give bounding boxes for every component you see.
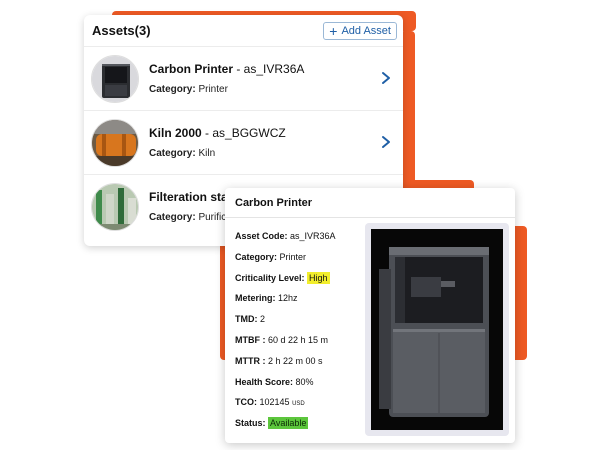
- asset-name: Carbon Printer - as_IVR36A: [149, 62, 304, 76]
- field-health-score: Health Score: 80%: [235, 376, 365, 397]
- asset-name: Filteration sta: [149, 190, 228, 204]
- field-mttr: MTTR : 2 h 22 m 00 s: [235, 355, 365, 376]
- asset-category-label: Category:: [149, 212, 199, 223]
- field-unit: USD: [292, 401, 305, 408]
- asset-thumbnail: [91, 118, 139, 167]
- add-asset-label: Add Asset: [341, 24, 391, 37]
- asset-name-text: Carbon Printer: [149, 62, 234, 76]
- asset-category-value: Printer: [198, 84, 228, 95]
- chevron-right-icon[interactable]: [381, 135, 391, 149]
- field-value: 102145: [259, 397, 290, 408]
- field-status: Status: Available: [235, 417, 365, 438]
- asset-category: Category: Kiln: [149, 148, 286, 159]
- field-label: Metering:: [235, 293, 279, 304]
- asset-category: Category: Printer: [149, 84, 304, 95]
- assets-title: Assets(3): [92, 23, 151, 38]
- field-metering: Metering: 12hz: [235, 292, 365, 313]
- detail-title: Carbon Printer: [225, 188, 515, 218]
- printer-thumbnail-image: [92, 55, 138, 102]
- kiln-thumbnail-image: [92, 119, 138, 166]
- asset-category-label: Category:: [149, 148, 199, 159]
- asset-photo: [371, 229, 503, 430]
- field-label: MTTR :: [235, 355, 268, 366]
- asset-thumbnail: [91, 54, 139, 103]
- asset-thumbnail: [91, 182, 139, 231]
- field-label: TCO:: [235, 397, 260, 408]
- stage: Assets(3) + Add Asset Carbon Printer - a…: [0, 0, 601, 450]
- field-value: Printer: [279, 251, 307, 262]
- chevron-right-icon[interactable]: [381, 71, 391, 85]
- asset-name-text: Filteration sta: [149, 190, 228, 204]
- field-label: Criticality Level:: [235, 272, 308, 283]
- field-label: TMD:: [235, 314, 260, 325]
- assets-header: Assets(3) + Add Asset: [84, 15, 403, 46]
- asset-photo-frame: [365, 223, 509, 436]
- asset-text: Carbon Printer - as_IVR36A Category: Pri…: [149, 62, 304, 95]
- field-label: Category:: [235, 251, 280, 262]
- field-label: MTBF :: [235, 334, 268, 345]
- field-asset-code: Asset Code: as_IVR36A: [235, 230, 365, 251]
- field-value: 2: [260, 314, 266, 325]
- asset-code-text: - as_BGGWCZ: [201, 126, 286, 140]
- asset-detail-card: Carbon Printer Asset Code: as_IVR36A Cat…: [225, 188, 515, 443]
- printer-photo-image: [371, 229, 503, 430]
- asset-category-label: Category:: [149, 84, 199, 95]
- field-label: Status:: [235, 418, 269, 429]
- field-value: 60 d 22 h 15 m: [268, 334, 329, 345]
- criticality-badge: High: [307, 271, 330, 284]
- asset-code-text: - as_IVR36A: [233, 62, 305, 76]
- asset-category: Category: Purific: [149, 212, 228, 223]
- field-label: Asset Code:: [235, 231, 291, 241]
- plus-icon: +: [329, 22, 338, 39]
- asset-name: Kiln 2000 - as_BGGWCZ: [149, 126, 286, 140]
- detail-fields: Asset Code: as_IVR36A Category: Printer …: [235, 230, 365, 438]
- asset-text: Kiln 2000 - as_BGGWCZ Category: Kiln: [149, 126, 286, 159]
- field-mtbf: MTBF : 60 d 22 h 15 m: [235, 334, 365, 355]
- asset-row-kiln[interactable]: Kiln 2000 - as_BGGWCZ Category: Kiln: [84, 110, 403, 174]
- add-asset-button[interactable]: + Add Asset: [323, 21, 397, 40]
- field-tmd: TMD: 2: [235, 313, 365, 334]
- field-criticality: Criticality Level: High: [235, 271, 365, 293]
- field-category: Category: Printer: [235, 251, 365, 272]
- field-value: as_IVR36A: [290, 231, 336, 241]
- field-value: 2 h 22 m 00 s: [268, 355, 323, 366]
- field-value: 80%: [295, 376, 314, 387]
- asset-category-value: Purific: [198, 212, 227, 223]
- filteration-thumbnail-image: [92, 183, 138, 230]
- field-tco: TCO: 102145 USD: [235, 396, 365, 417]
- status-badge: Available: [268, 417, 309, 430]
- asset-row-carbon-printer[interactable]: Carbon Printer - as_IVR36A Category: Pri…: [84, 46, 403, 110]
- asset-name-text: Kiln 2000: [149, 126, 202, 140]
- asset-text: Filteration sta Category: Purific: [149, 190, 228, 223]
- field-value: 12hz: [278, 293, 298, 304]
- asset-category-value: Kiln: [198, 148, 216, 159]
- field-label: Health Score:: [235, 376, 296, 387]
